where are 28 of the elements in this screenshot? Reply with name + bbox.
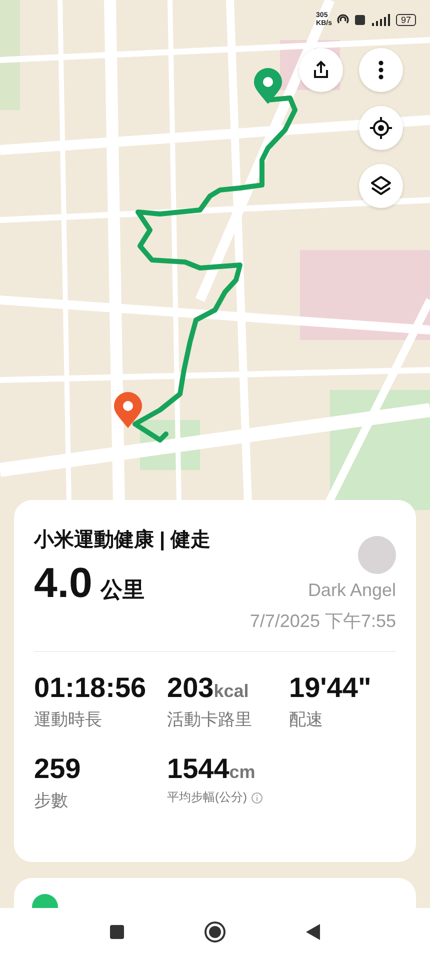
stat-value: 1544	[167, 753, 230, 784]
stat-label: 步數	[34, 790, 68, 812]
stat-label: 活動卡路里	[167, 709, 252, 731]
user-name: Dark Angel	[308, 580, 396, 601]
share-icon	[311, 60, 331, 80]
activity-title: 小米運動健康 | 健走	[34, 528, 211, 553]
more-icon	[378, 60, 384, 80]
back-icon	[304, 923, 321, 941]
date-time: 7/7/2025 下午7:55	[250, 610, 396, 633]
hotspot-icon	[336, 14, 350, 26]
stat-label: 運動時長	[34, 709, 102, 731]
stat-value: 01:18:56	[34, 672, 146, 703]
battery-level: 97	[396, 14, 416, 26]
locate-icon	[369, 116, 393, 140]
stat-value: 19'44"	[289, 672, 372, 703]
layers-icon	[370, 175, 392, 197]
circle-icon	[204, 921, 226, 943]
stat-value: 259	[34, 753, 81, 784]
stat-unit: kcal	[214, 681, 249, 701]
signal-icon	[370, 14, 392, 26]
stat-label: 平均步幅(公分)	[167, 789, 247, 806]
stat-label: 配速	[289, 709, 323, 731]
square-icon	[109, 924, 126, 940]
distance-value: 4.0	[34, 559, 92, 607]
avatar	[358, 536, 396, 574]
distance-unit: 公里	[100, 576, 144, 604]
stat-unit: cm	[229, 762, 256, 782]
stat-value: 203	[167, 672, 214, 703]
